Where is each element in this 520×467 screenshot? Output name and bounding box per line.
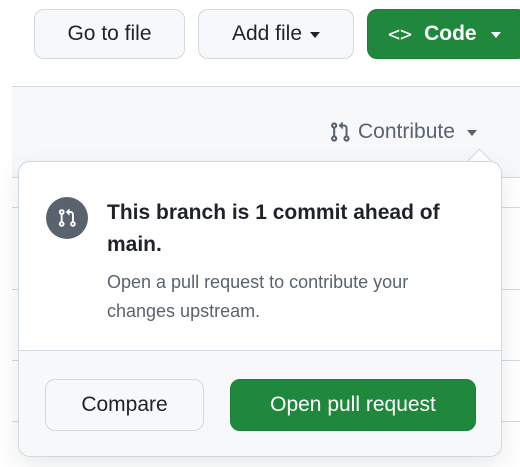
- chevron-down-icon: [490, 32, 501, 38]
- open-pull-request-button[interactable]: Open pull request: [230, 379, 476, 431]
- popover-title: This branch is 1 commit ahead of main.: [107, 201, 440, 256]
- contribute-button[interactable]: Contribute: [329, 116, 477, 148]
- git-pull-request-icon: [58, 208, 76, 227]
- code-label: Code: [424, 22, 477, 45]
- go-to-file-label: Go to file: [67, 22, 152, 45]
- compare-button[interactable]: Compare: [45, 379, 204, 431]
- open-pull-request-label: Open pull request: [270, 393, 436, 416]
- chevron-down-icon: [466, 130, 477, 136]
- add-file-label: Add file: [231, 22, 303, 45]
- contribute-label: Contribute: [358, 120, 455, 143]
- popover-icon-circle: [46, 197, 88, 239]
- chevron-down-icon: [310, 32, 321, 38]
- popover-description: Open a pull request to contribute your c…: [107, 272, 409, 321]
- add-file-button[interactable]: Add file: [198, 9, 354, 59]
- git-pull-request-icon: [331, 121, 350, 142]
- code-icon: <>: [388, 22, 413, 46]
- compare-label: Compare: [81, 393, 168, 416]
- go-to-file-button[interactable]: Go to file: [34, 9, 185, 59]
- code-button[interactable]: <> Code: [367, 9, 520, 59]
